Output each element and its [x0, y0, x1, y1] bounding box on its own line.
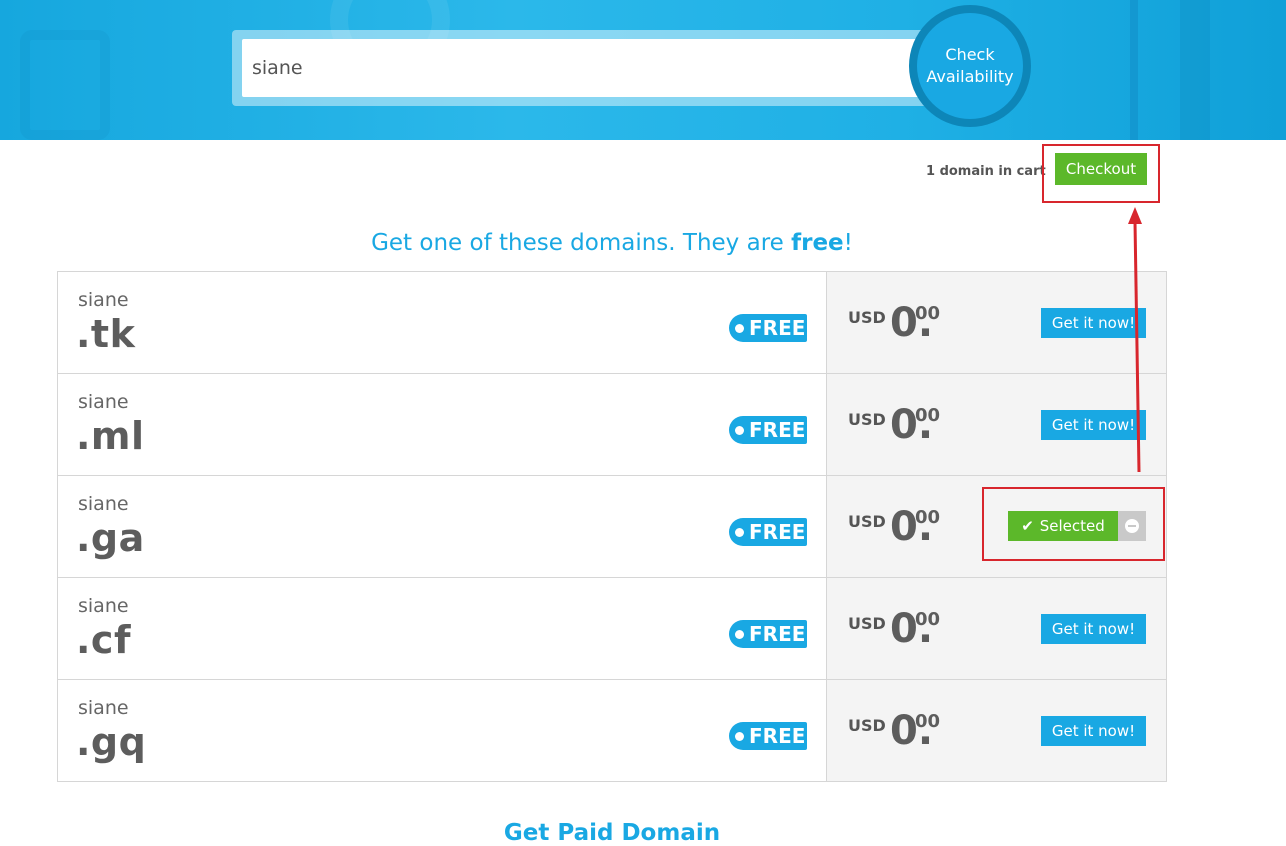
paid-domain-heading: Get Paid Domain [503, 820, 721, 846]
arrow-shaft [1133, 221, 1141, 473]
arrow-head [1128, 207, 1142, 224]
annotation-arrow [1128, 207, 1142, 473]
